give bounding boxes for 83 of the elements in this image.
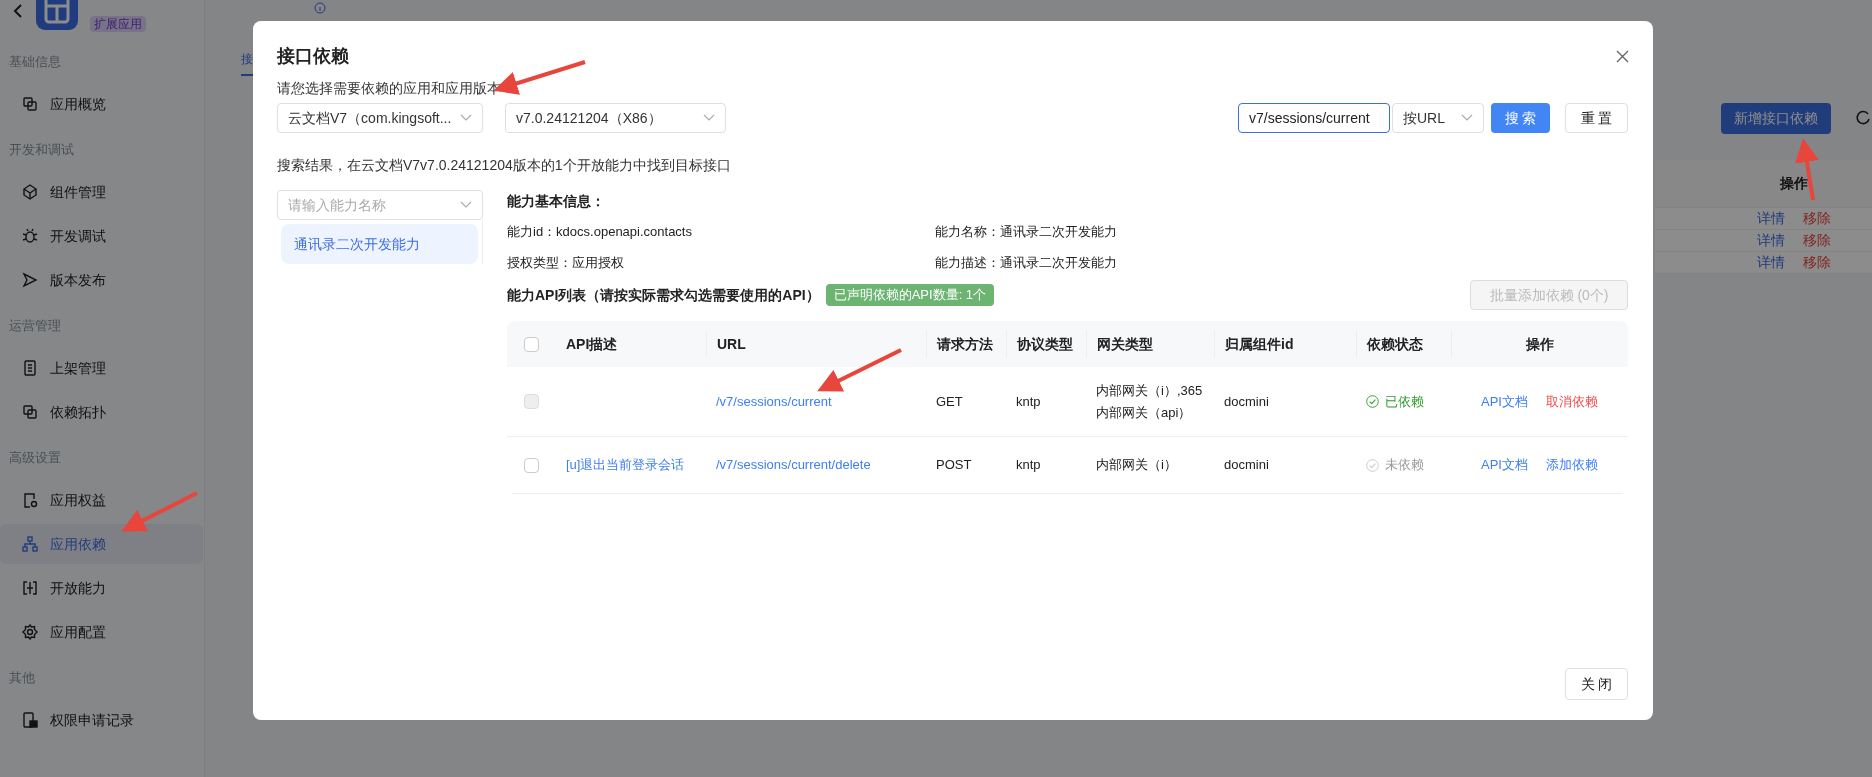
close-icon[interactable] [1616, 50, 1629, 63]
document-icon [22, 492, 38, 508]
column-header: 操作 [1779, 174, 1808, 193]
chevron-down-icon [703, 114, 715, 122]
section-heading: 能力API列表（请按实际需求勾选需要使用的API） [507, 285, 820, 305]
column-header: 网关类型 [1097, 334, 1153, 354]
table-cell: POST [936, 457, 972, 473]
remove-link[interactable]: 移除 [1802, 252, 1831, 273]
sidebar-item[interactable]: 应用权益 [0, 480, 203, 520]
remove-link[interactable]: 移除 [1802, 208, 1831, 229]
detail-link[interactable]: 详情 [1756, 252, 1785, 273]
table-cell: kntp [1016, 393, 1041, 409]
remove-link[interactable]: 移除 [1802, 230, 1831, 251]
app-type-badge: 扩展应用 [90, 16, 146, 32]
chevron-down-icon [1461, 114, 1473, 122]
sidebar-item[interactable]: 应用概览 [0, 84, 203, 124]
table-cell: kntp [1016, 457, 1041, 473]
hierarchy-icon [22, 536, 38, 552]
action-link[interactable]: 添加依赖 [1546, 455, 1598, 475]
column-header: API描述 [566, 334, 618, 354]
count-badge: 已声明依赖的API数量: 1个 [825, 284, 995, 306]
column-header: 归属组件id [1225, 334, 1294, 354]
lock-document-icon [22, 712, 38, 728]
table-cell-text: 内部网关（api） [1096, 403, 1192, 422]
status-text: 已依赖 [1385, 392, 1424, 411]
checkbox[interactable] [524, 336, 539, 352]
table-cell: GET [936, 393, 963, 409]
capability-filter-select[interactable]: 请输入能力名称 [277, 190, 483, 220]
document-icon [22, 360, 38, 376]
sidebar-item[interactable]: 应用配置 [0, 612, 203, 652]
table-cell: docmini [1224, 393, 1269, 409]
detail-link[interactable]: 详情 [1756, 208, 1785, 229]
dialog-title: 接口依赖 [277, 45, 349, 68]
chevron-down-icon [460, 201, 472, 209]
add-dependency-button[interactable]: 新增接口依赖 [1721, 103, 1831, 134]
checkbox[interactable] [524, 457, 539, 473]
sidebar-item[interactable]: 组件管理 [0, 172, 203, 212]
close-button[interactable]: 关 闭 [1565, 668, 1628, 700]
version-select[interactable]: v7.0.24121204（X86） [505, 103, 726, 133]
settings-icon [22, 624, 38, 640]
sidebar-item[interactable]: 权限申请记录 [0, 700, 203, 740]
info-field: 能力描述：通讯录二次开发能力 [935, 253, 1628, 275]
copy-icon [22, 96, 38, 112]
column-header: 操作 [1526, 334, 1554, 354]
section-title: 基础信息 [9, 53, 61, 72]
detail-link[interactable]: 详情 [1756, 230, 1785, 251]
api-description-link[interactable]: [u]退出当前登录会话 [566, 457, 685, 473]
app-select[interactable]: 云文档V7（com.kingsoft... [277, 103, 483, 133]
column-header: URL [717, 334, 746, 354]
url-link[interactable]: /v7/sessions/current/delete [716, 457, 871, 473]
info-field: 能力名称：通讯录二次开发能力 [935, 222, 1628, 244]
column-header: 请求方法 [937, 334, 993, 354]
send-icon [22, 272, 38, 288]
sidebar-item[interactable]: 开发调试 [0, 216, 203, 256]
sidebar-item[interactable]: 应用依赖 [0, 524, 203, 564]
info-field: 能力id：kdocs.openapi.contacts [507, 222, 935, 244]
section-heading: 能力基本信息： [507, 192, 606, 211]
cube-icon [22, 184, 38, 200]
copy-icon [22, 404, 38, 420]
status-text: 未依赖 [1385, 456, 1424, 475]
column-header: 依赖状态 [1367, 334, 1423, 354]
table-cell-text: 内部网关（i）,365 [1096, 381, 1203, 400]
back-icon[interactable] [12, 4, 24, 18]
capability-item[interactable]: 通讯录二次开发能力 [281, 224, 478, 264]
info-field: 授权类型：应用授权 [507, 253, 935, 275]
sidebar-item[interactable]: 上架管理 [0, 348, 203, 388]
bug-icon [22, 228, 38, 244]
search-button[interactable]: 搜 索 [1491, 103, 1550, 133]
table-cell-text: 内部网关（i） [1096, 456, 1177, 474]
refresh-icon[interactable] [1855, 110, 1871, 126]
action-link[interactable]: API文档 [1481, 455, 1528, 475]
search-field[interactable]: v7/sessions/current [1238, 103, 1390, 133]
table-cell: docmini [1224, 457, 1269, 473]
section-title: 高级设置 [9, 449, 61, 468]
column-header: 协议类型 [1017, 334, 1073, 354]
sidebar-item[interactable]: 版本发布 [0, 260, 203, 300]
bracket-icon [22, 580, 38, 596]
chevron-down-icon [460, 114, 472, 122]
reset-button[interactable]: 重 置 [1565, 103, 1628, 133]
search-result-text: 搜索结果，在云文档V7v7.0.24121204版本的1个开放能力中找到目标接口 [276, 156, 732, 175]
sidebar-item[interactable]: 依赖拓扑 [0, 392, 203, 432]
sidebar-item[interactable]: 开放能力 [0, 568, 203, 608]
search-mode-select[interactable]: 按URL [1392, 103, 1484, 133]
